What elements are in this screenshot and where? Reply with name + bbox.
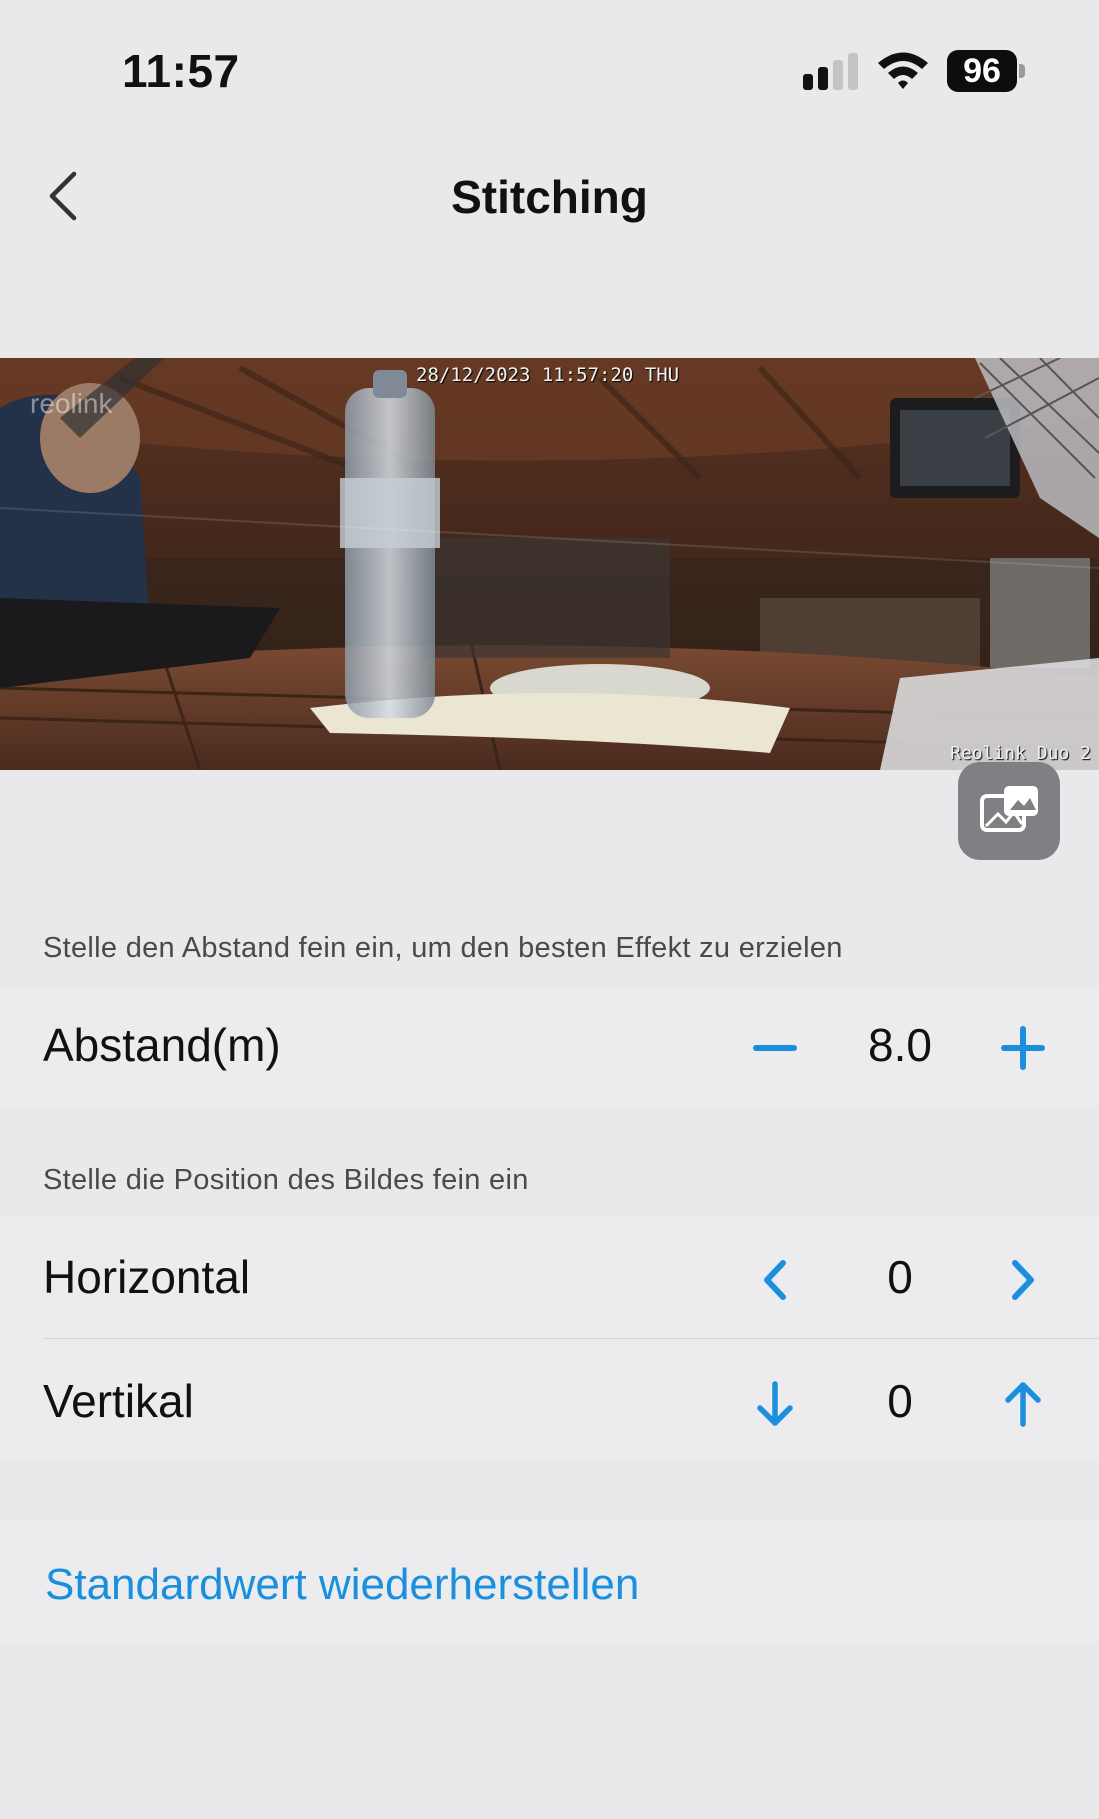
distance-decrease-button[interactable]: [737, 1010, 813, 1086]
position-card: Horizontal 0 Vertikal 0: [0, 1216, 1099, 1462]
horizontal-right-button[interactable]: [985, 1242, 1061, 1318]
horizontal-label: Horizontal: [43, 1251, 251, 1303]
cellular-signal-icon: [803, 52, 859, 90]
wifi-icon: [878, 52, 928, 89]
distance-increase-button[interactable]: [985, 1010, 1061, 1086]
camera-preview[interactable]: reolink 28/12/2023 11:57:20 THU Reolink …: [0, 358, 1099, 770]
arrow-down-icon: [757, 1381, 793, 1426]
camera-brand-label: Reolink Duo 2: [950, 743, 1091, 764]
distance-value: 8.0: [868, 1019, 932, 1071]
status-bar: 11:57 96: [0, 0, 1099, 140]
page-title: Stitching: [451, 171, 648, 223]
chevron-left-icon: [764, 1260, 786, 1300]
view-toggle-button[interactable]: [958, 762, 1060, 860]
minus-icon: [753, 1045, 797, 1051]
status-time: 11:57: [122, 45, 240, 97]
restore-defaults-button[interactable]: Standardwert wiederherstellen: [45, 1560, 639, 1610]
vertical-up-button[interactable]: [985, 1366, 1061, 1442]
vertical-down-button[interactable]: [737, 1366, 813, 1442]
distance-caption: Stelle den Abstand fein ein, um den best…: [43, 932, 843, 964]
distance-label: Abstand(m): [43, 1019, 281, 1071]
camera-scene: [0, 358, 1099, 770]
battery-level: 96: [947, 50, 1017, 92]
row-divider: [43, 1338, 1099, 1339]
vertical-value: 0: [887, 1375, 913, 1427]
camera-timestamp: 28/12/2023 11:57:20 THU: [416, 364, 680, 386]
picture-in-picture-icon: [980, 786, 1038, 832]
navigation-bar: Stitching: [0, 150, 1099, 240]
vertical-label: Vertikal: [43, 1375, 194, 1427]
horizontal-value: 0: [887, 1251, 913, 1303]
horizontal-left-button[interactable]: [737, 1242, 813, 1318]
battery-icon: 96: [947, 50, 1025, 92]
plus-icon: [1001, 1026, 1045, 1070]
chevron-right-icon: [1012, 1260, 1034, 1300]
arrow-up-icon: [1005, 1382, 1041, 1427]
distance-card: Abstand(m) 8.0: [0, 986, 1099, 1106]
position-caption: Stelle die Position des Bildes fein ein: [43, 1164, 529, 1196]
camera-logo-watermark: reolink: [30, 388, 113, 419]
